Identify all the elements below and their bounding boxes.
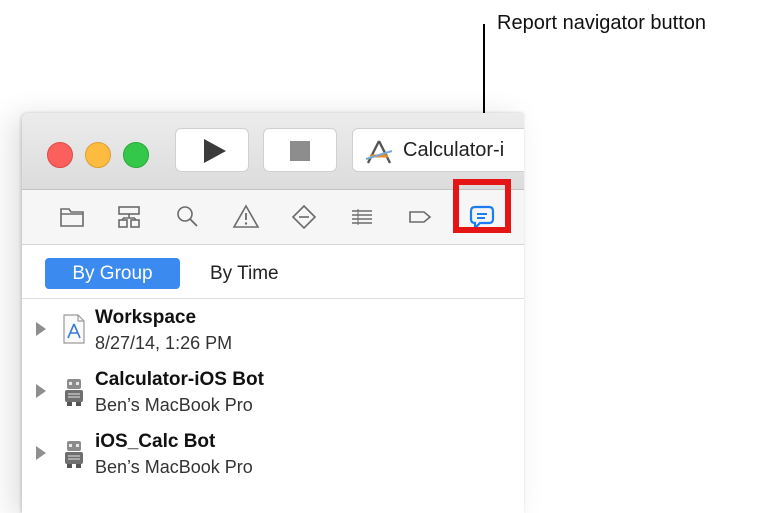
report-navigator-highlight [453, 179, 511, 233]
disclosure-triangle-icon[interactable] [36, 384, 46, 398]
navigator-selector-bar [22, 190, 524, 245]
toolbar: Calculator-i [22, 113, 524, 190]
run-button[interactable] [175, 128, 249, 172]
disclosure-triangle-icon[interactable] [36, 446, 46, 460]
scheme-label: Calculator-i [403, 139, 505, 161]
test-diamond-icon[interactable] [290, 203, 318, 231]
minimize-button[interactable] [85, 142, 111, 168]
app-icon [363, 139, 395, 170]
scheme-selector[interactable]: Calculator-i [352, 128, 524, 172]
xcode-window: Calculator-i By Group By Time Workspace … [22, 113, 524, 513]
list-item[interactable]: iOS_Calc Bot Ben’s MacBook Pro [22, 423, 524, 485]
by-group-segment[interactable]: By Group [45, 258, 180, 289]
by-time-segment[interactable]: By Time [210, 258, 279, 289]
annotation-label: Report navigator button [497, 12, 707, 34]
workspace-doc-icon [61, 313, 87, 350]
debug-list-icon[interactable] [348, 203, 376, 231]
report-title: Calculator-iOS Bot [95, 369, 264, 390]
warning-icon[interactable] [232, 203, 260, 231]
stop-icon [290, 141, 310, 161]
bot-icon [61, 375, 87, 412]
zoom-button[interactable] [123, 142, 149, 168]
search-icon[interactable] [174, 203, 202, 231]
bot-icon [61, 437, 87, 474]
folder-icon[interactable] [58, 203, 86, 231]
disclosure-triangle-icon[interactable] [36, 322, 46, 336]
list-item[interactable]: Calculator-iOS Bot Ben’s MacBook Pro [22, 361, 524, 423]
report-subtitle: Ben’s MacBook Pro [95, 395, 253, 415]
hierarchy-icon[interactable] [115, 203, 143, 231]
grouping-segmented-control: By Group By Time [22, 244, 524, 299]
stop-button[interactable] [263, 128, 337, 172]
report-subtitle: 8/27/14, 1:26 PM [95, 333, 233, 353]
breakpoint-icon[interactable] [406, 203, 434, 231]
close-button[interactable] [47, 142, 73, 168]
report-title: iOS_Calc Bot [95, 431, 216, 452]
report-title: Workspace [95, 307, 197, 328]
report-subtitle: Ben’s MacBook Pro [95, 457, 253, 477]
list-item[interactable]: Workspace 8/27/14, 1:26 PM [22, 299, 524, 361]
play-icon [204, 139, 226, 163]
